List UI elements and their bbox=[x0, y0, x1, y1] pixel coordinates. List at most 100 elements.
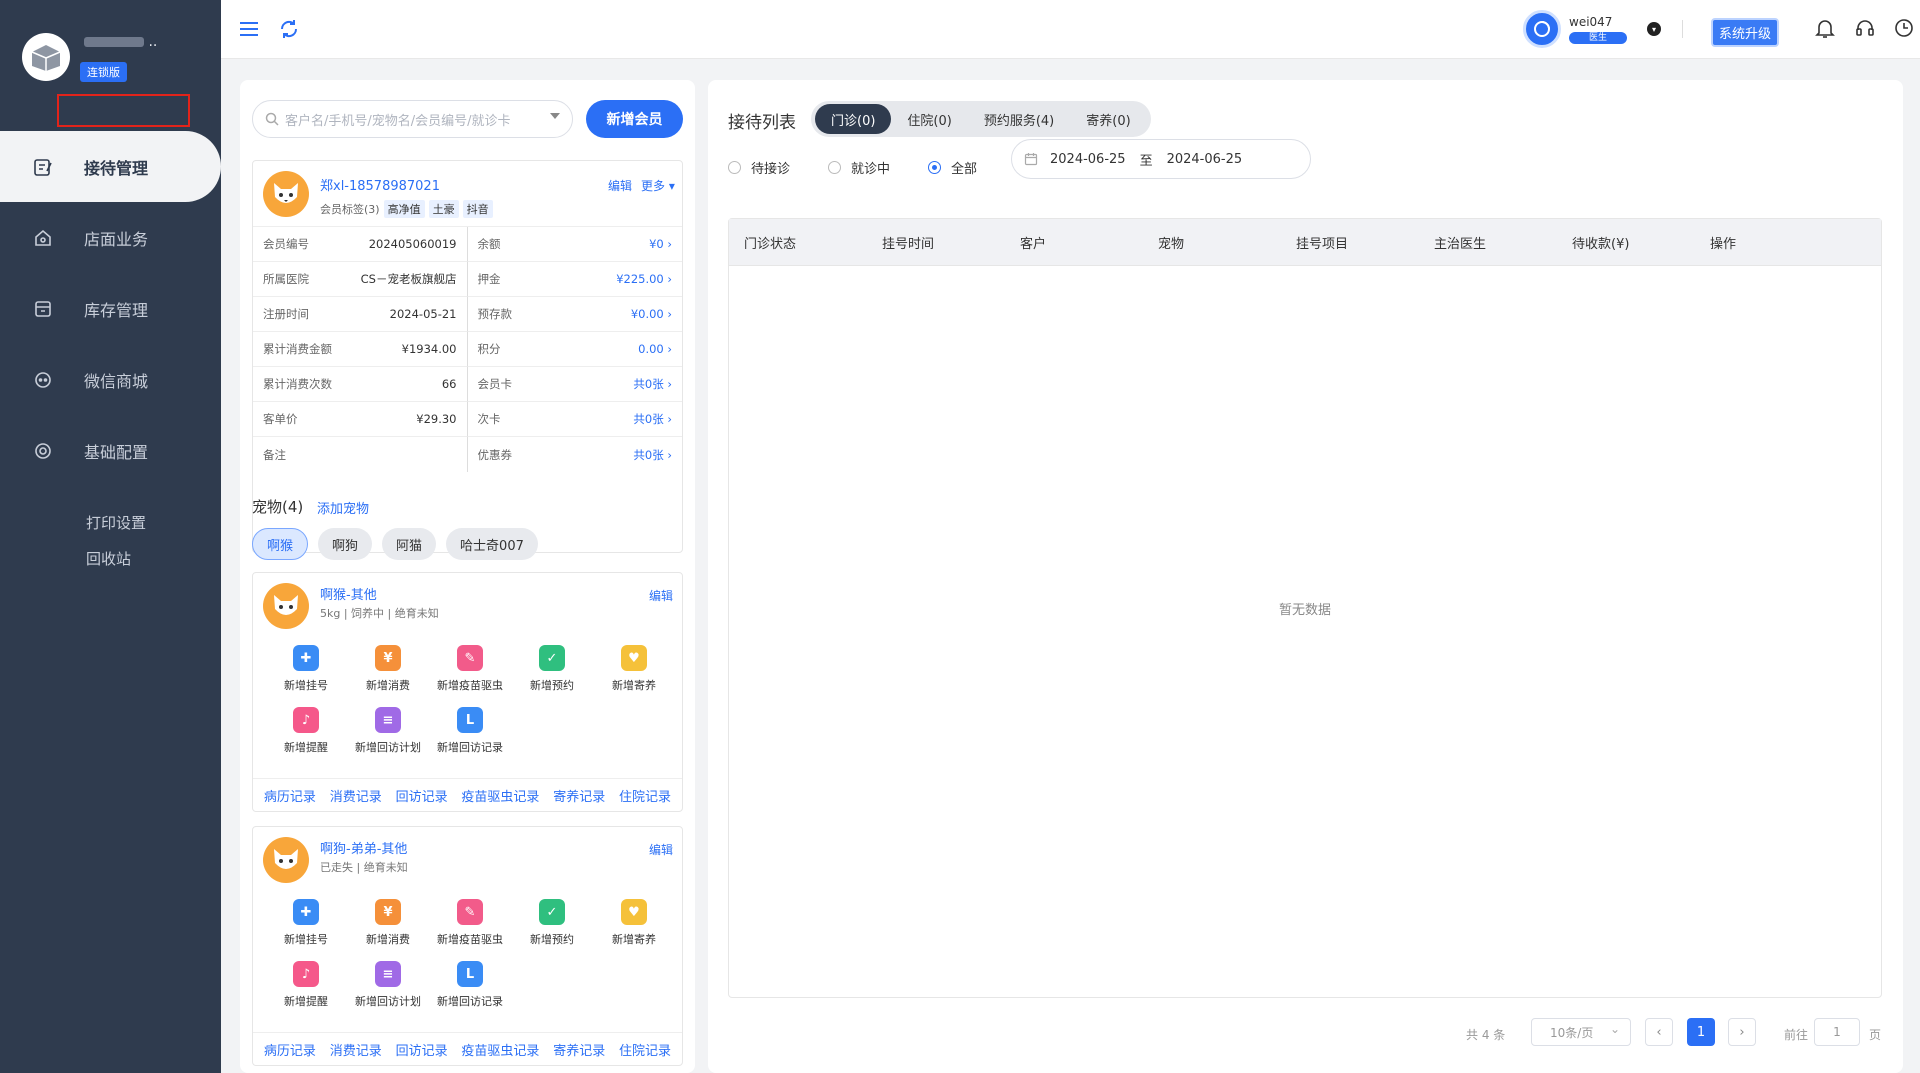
add-vaccine-button[interactable]: ✎ 新增疫苗驱虫 bbox=[429, 899, 511, 961]
hospital-record-link[interactable]: 住院记录 bbox=[619, 1040, 671, 1059]
boarding-record-link[interactable]: 寄养记录 bbox=[553, 786, 605, 805]
tab-inpatient[interactable]: 住院(0) bbox=[891, 104, 967, 134]
add-registration-button[interactable]: ✚ 新增挂号 bbox=[265, 899, 347, 961]
add-followup-plan-button[interactable]: ≡ 新增回访计划 bbox=[347, 961, 429, 1023]
vaccine-record-link[interactable]: 疫苗驱虫记录 bbox=[461, 1040, 539, 1059]
add-followup-record-button[interactable]: L 新增回访记录 bbox=[429, 707, 511, 769]
nav-store[interactable]: 店面业务 bbox=[0, 202, 221, 273]
pet-tab[interactable]: 哈士奇007 bbox=[446, 528, 538, 560]
member-tags: 会员标签(3) 高净值 土豪 抖音 bbox=[320, 200, 493, 218]
nav-label: 基础配置 bbox=[84, 442, 149, 462]
headset-icon[interactable] bbox=[1854, 17, 1878, 41]
pet-tab[interactable]: 啊猴 bbox=[252, 528, 309, 560]
total-count: 共 4 条 bbox=[1466, 1028, 1506, 1042]
pet-edit-link[interactable]: 编辑 bbox=[649, 587, 673, 604]
add-appointment-button[interactable]: ✓ 新增预约 bbox=[511, 899, 593, 961]
pet-name[interactable]: 啊猴-其他 bbox=[320, 584, 377, 603]
followup-record-link[interactable]: 回访记录 bbox=[396, 786, 448, 805]
medical-record-link[interactable]: 病历记录 bbox=[264, 1040, 316, 1059]
times-card-cell[interactable]: 次卡 共0张 › bbox=[467, 402, 682, 437]
pet-actions: ✚ 新增挂号 ¥ 新增消费 ✎ 新增疫苗驱虫 ✓ 新增预约 ♥ 新增寄养 ♪ 新增提醒 ≡ 新… bbox=[265, 645, 675, 769]
date-range-picker[interactable]: 2024-06-25 至 2024-06-25 bbox=[1011, 139, 1311, 179]
member-name[interactable]: 郑xl-18578987021 bbox=[320, 175, 440, 194]
refresh-icon[interactable] bbox=[277, 17, 301, 41]
search-input[interactable]: 客户名/手机号/宠物名/会员编号/就诊卡 bbox=[252, 100, 573, 138]
bell-icon[interactable] bbox=[1814, 17, 1838, 41]
next-page-button[interactable]: › bbox=[1728, 1018, 1756, 1046]
upgrade-button[interactable]: 系统升级 bbox=[1711, 18, 1780, 47]
nav-inventory[interactable]: 库存管理 bbox=[0, 273, 221, 344]
radio-waiting[interactable]: 待接诊 bbox=[728, 158, 790, 177]
tab-boarding[interactable]: 寄养(0) bbox=[1070, 104, 1146, 134]
pet-tab[interactable]: 阿猫 bbox=[382, 528, 437, 560]
clock-icon[interactable] bbox=[1893, 17, 1917, 41]
radio-in-progress[interactable]: 就诊中 bbox=[828, 158, 890, 177]
pet-edit-link[interactable]: 编辑 bbox=[649, 841, 673, 858]
nav-settings[interactable]: 基础配置 bbox=[0, 415, 221, 486]
add-appointment-button[interactable]: ✓ 新增预约 bbox=[511, 645, 593, 707]
add-pet-link[interactable]: 添加宠物 bbox=[317, 498, 369, 517]
member-edit-link[interactable]: 编辑 bbox=[608, 177, 632, 194]
page-suffix: 页 bbox=[1869, 1028, 1882, 1042]
deposit-cell[interactable]: 押金 ¥225.00 › bbox=[467, 262, 682, 297]
hospital-record-link[interactable]: 住院记录 bbox=[619, 786, 671, 805]
add-consumption-button[interactable]: ¥ 新增消费 bbox=[347, 899, 429, 961]
highlight-box bbox=[57, 94, 190, 127]
nav-label: 库存管理 bbox=[84, 300, 149, 320]
pet-card: 啊猴-其他 5kg | 饲养中 | 绝育未知 编辑 ✚ 新增挂号 ¥ 新增消费 ✎ 新… bbox=[252, 572, 683, 812]
balance-cell[interactable]: 余额 ¥0 › bbox=[467, 227, 682, 262]
radio-all[interactable]: 全部 bbox=[928, 158, 977, 177]
nav-recycle-bin[interactable]: 回收站 bbox=[0, 540, 221, 576]
add-boarding-button[interactable]: ♥ 新增寄养 bbox=[593, 645, 675, 707]
boarding-record-link[interactable]: 寄养记录 bbox=[553, 1040, 605, 1059]
add-reminder-button[interactable]: ♪ 新增提醒 bbox=[265, 707, 347, 769]
tag: 抖音 bbox=[462, 200, 493, 218]
tab-appointment[interactable]: 预约服务(4) bbox=[968, 104, 1070, 134]
settings-icon bbox=[32, 440, 54, 462]
member-card-cell[interactable]: 会员卡 共0张 › bbox=[467, 367, 682, 402]
goto-label: 前往 bbox=[1784, 1028, 1809, 1042]
add-member-button[interactable]: 新增会员 bbox=[586, 100, 683, 138]
add-boarding-button[interactable]: ♥ 新增寄养 bbox=[593, 899, 675, 961]
store-logo bbox=[22, 33, 70, 81]
user-menu[interactable]: wei047 医生 ▾ bbox=[1523, 10, 1661, 48]
add-vaccine-button[interactable]: ✎ 新增疫苗驱虫 bbox=[429, 645, 511, 707]
nav-reception[interactable]: 接待管理 bbox=[0, 131, 221, 202]
pets-title: 宠物(4) bbox=[252, 498, 304, 516]
add-consumption-button[interactable]: ¥ 新增消费 bbox=[347, 645, 429, 707]
coupon-cell[interactable]: 优惠券 共0张 › bbox=[468, 437, 683, 472]
nav-wechat-shop[interactable]: 微信商城 bbox=[0, 344, 221, 415]
consumption-record-link[interactable]: 消费记录 bbox=[330, 1040, 382, 1059]
goto-page-input[interactable]: 1 bbox=[1814, 1018, 1860, 1046]
reception-tabs: 门诊(0) 住院(0) 预约服务(4) 寄养(0) bbox=[811, 101, 1151, 137]
nav-print-settings[interactable]: 打印设置 bbox=[0, 504, 221, 540]
menu-icon[interactable] bbox=[237, 17, 261, 41]
prepaid-cell[interactable]: 预存款 ¥0.00 › bbox=[467, 297, 682, 332]
medical-record-link[interactable]: 病历记录 bbox=[264, 786, 316, 805]
followup-record-link[interactable]: 回访记录 bbox=[396, 1040, 448, 1059]
add-followup-plan-button[interactable]: ≡ 新增回访计划 bbox=[347, 707, 429, 769]
vaccine-record-link[interactable]: 疫苗驱虫记录 bbox=[461, 786, 539, 805]
date-from[interactable]: 2024-06-25 bbox=[1050, 152, 1126, 167]
registration-icon: ✚ bbox=[293, 899, 319, 925]
points-cell[interactable]: 积分 0.00 › bbox=[467, 332, 682, 367]
chevron-down-icon[interactable]: ▾ bbox=[1647, 22, 1661, 36]
current-page[interactable]: 1 bbox=[1687, 1018, 1715, 1046]
store-name: .. bbox=[80, 34, 157, 50]
tab-outpatient[interactable]: 门诊(0) bbox=[815, 104, 892, 134]
member-more-dropdown[interactable]: 更多 ▾ bbox=[641, 177, 675, 194]
add-reminder-button[interactable]: ♪ 新增提醒 bbox=[265, 961, 347, 1023]
pet-name[interactable]: 啊狗-弟弟-其他 bbox=[320, 838, 407, 857]
add-registration-button[interactable]: ✚ 新增挂号 bbox=[265, 645, 347, 707]
page-size-select[interactable]: 10条/页 bbox=[1531, 1018, 1631, 1046]
dropdown-caret-icon[interactable] bbox=[550, 113, 560, 119]
pet-card: 啊狗-弟弟-其他 已走失 | 绝育未知 编辑 ✚ 新增挂号 ¥ 新增消费 ✎ 新增疫苗… bbox=[252, 826, 683, 1066]
column-header: 待收款(¥) bbox=[1572, 236, 1630, 252]
consumption-record-link[interactable]: 消费记录 bbox=[330, 786, 382, 805]
member-avatar bbox=[263, 171, 309, 217]
pet-tab[interactable]: 啊狗 bbox=[318, 528, 373, 560]
prev-page-button[interactable]: ‹ bbox=[1645, 1018, 1673, 1046]
pet-actions: ✚ 新增挂号 ¥ 新增消费 ✎ 新增疫苗驱虫 ✓ 新增预约 ♥ 新增寄养 ♪ 新增提醒 ≡ 新… bbox=[265, 899, 675, 1023]
add-followup-record-button[interactable]: L 新增回访记录 bbox=[429, 961, 511, 1023]
date-to[interactable]: 2024-06-25 bbox=[1167, 152, 1243, 167]
